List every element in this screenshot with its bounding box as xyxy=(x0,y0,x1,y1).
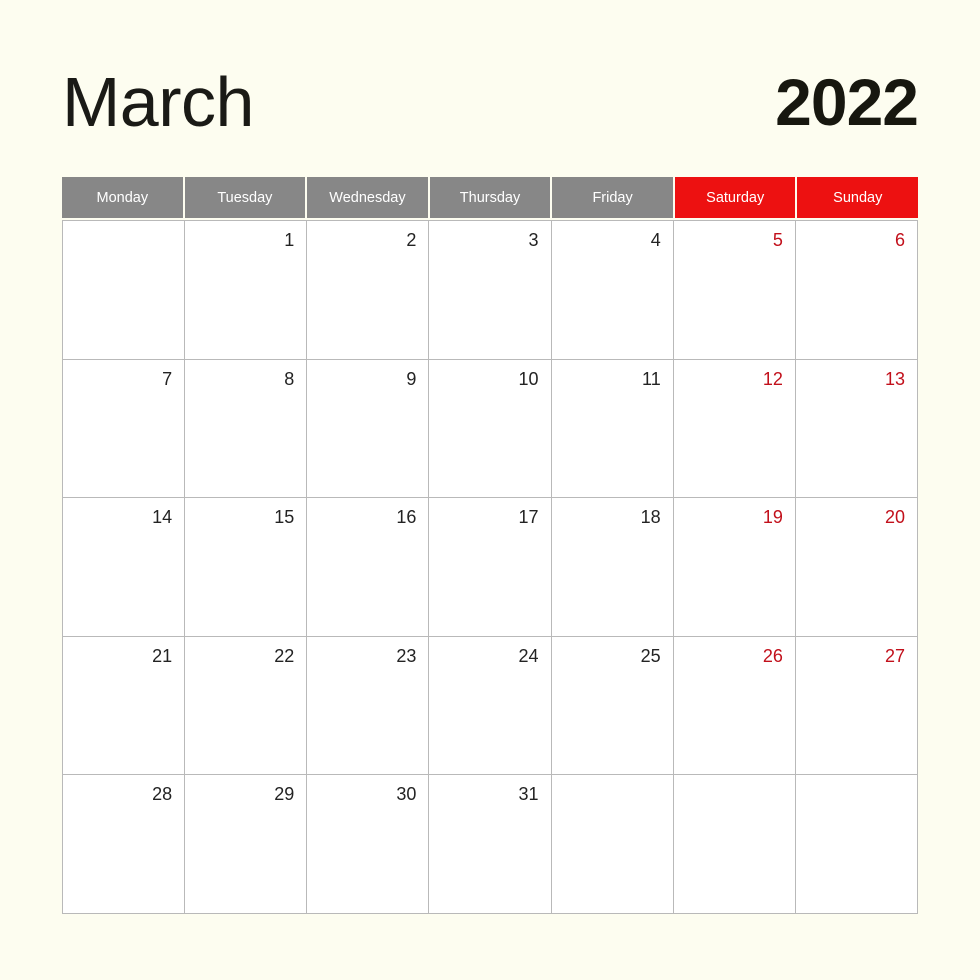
calendar-day-number: 26 xyxy=(762,645,783,666)
calendar-day-cell[interactable]: 15 xyxy=(185,498,308,637)
calendar-week-row: 28 29 30 31 xyxy=(63,775,918,914)
calendar-day-number: 24 xyxy=(518,645,539,666)
calendar-day-cell-empty xyxy=(551,775,674,914)
calendar-day-number: 7 xyxy=(162,368,173,389)
calendar-day-cell[interactable]: 6 xyxy=(795,221,918,360)
calendar-week-row: 7 8 9 10 11 12 13 xyxy=(63,359,918,499)
calendar-day-number: 21 xyxy=(152,645,173,666)
calendar-day-cell[interactable]: 13 xyxy=(795,359,918,499)
calendar-day-cell[interactable]: 5 xyxy=(673,221,796,360)
weekday-header-label: Friday xyxy=(592,189,633,206)
calendar-day-cell[interactable]: 24 xyxy=(429,636,552,776)
calendar-day-cell[interactable]: 10 xyxy=(429,359,552,499)
calendar-day-cell[interactable]: 7 xyxy=(63,359,186,499)
calendar-day-number: 28 xyxy=(152,784,173,805)
calendar-day-number: 10 xyxy=(518,368,539,389)
calendar-day-cell[interactable]: 21 xyxy=(63,636,186,776)
calendar-day-number: 15 xyxy=(274,507,295,528)
calendar-day-number: 2 xyxy=(406,230,417,250)
calendar-day-number: 8 xyxy=(284,368,295,389)
weekday-header-label: Thursday xyxy=(459,189,521,206)
weekday-header-tuesday: Tuesday xyxy=(184,177,308,218)
calendar-date-grid: 1 2 3 4 5 6 7 8 9 10 11 12 13 14 15 16 17 18 19 20 21 22 23 24 2… xyxy=(62,220,918,914)
calendar-day-cell[interactable]: 20 xyxy=(795,498,918,637)
calendar-day-number: 13 xyxy=(884,368,905,389)
calendar-day-number: 20 xyxy=(884,507,905,528)
calendar-day-number: 4 xyxy=(650,230,661,250)
weekday-header-label: Tuesday xyxy=(217,189,273,206)
calendar-page: March 2022 Monday Tuesday Wednesday Thursda… xyxy=(0,0,980,980)
calendar-week-row: 14 15 16 17 18 19 20 xyxy=(63,498,918,637)
calendar-day-cell[interactable]: 29 xyxy=(185,775,308,914)
weekday-header-row: Monday Tuesday Wednesday Thursday Friday Satu… xyxy=(62,177,919,218)
weekday-header-label: Saturday xyxy=(706,189,765,206)
calendar-day-number: 22 xyxy=(274,645,295,666)
calendar-day-cell[interactable]: 1 xyxy=(185,221,308,360)
calendar-day-cell-empty xyxy=(63,221,186,360)
calendar-day-number: 9 xyxy=(406,368,417,389)
weekday-header-saturday: Saturday xyxy=(674,177,798,218)
calendar-day-cell[interactable]: 26 xyxy=(673,636,796,776)
calendar-day-number: 29 xyxy=(274,784,295,805)
calendar-day-cell[interactable]: 4 xyxy=(551,221,674,360)
calendar-day-cell[interactable]: 25 xyxy=(551,636,674,776)
calendar-day-number: 5 xyxy=(772,230,783,250)
calendar-day-cell[interactable]: 9 xyxy=(307,359,430,499)
calendar-day-cell[interactable]: 19 xyxy=(673,498,796,637)
year-title: 2022 xyxy=(775,65,919,139)
month-title: March xyxy=(62,63,254,141)
calendar-day-cell[interactable]: 31 xyxy=(429,775,552,914)
calendar-day-number: 14 xyxy=(152,507,173,528)
weekday-header-label: Wednesday xyxy=(329,189,406,206)
calendar-day-number: 16 xyxy=(396,507,417,528)
calendar-day-cell[interactable]: 12 xyxy=(673,359,796,499)
calendar-day-cell[interactable]: 14 xyxy=(63,498,186,637)
calendar-week-row: 1 2 3 4 5 6 xyxy=(63,221,918,360)
calendar-day-cell[interactable]: 2 xyxy=(307,221,430,360)
calendar-title-row: March 2022 xyxy=(62,52,919,152)
calendar-day-cell[interactable]: 17 xyxy=(429,498,552,637)
calendar-day-number: 27 xyxy=(884,645,905,666)
calendar-day-number: 30 xyxy=(396,784,417,805)
calendar-day-number: 23 xyxy=(396,645,417,666)
calendar-day-number: 3 xyxy=(528,230,539,250)
calendar-day-cell[interactable]: 3 xyxy=(429,221,552,360)
weekday-header-label: Monday xyxy=(96,189,149,206)
calendar-day-cell-empty xyxy=(673,775,796,914)
weekday-header-wednesday: Wednesday xyxy=(307,177,430,218)
calendar-day-cell[interactable]: 23 xyxy=(307,636,430,776)
calendar-day-number: 18 xyxy=(640,507,661,528)
calendar-day-cell[interactable]: 16 xyxy=(307,498,430,637)
weekday-header-monday: Monday xyxy=(62,177,185,218)
calendar-day-cell[interactable]: 22 xyxy=(185,636,308,776)
calendar-day-cell[interactable]: 18 xyxy=(551,498,674,637)
weekday-header-friday: Friday xyxy=(552,177,675,218)
calendar-day-cell-empty xyxy=(795,775,918,914)
weekday-header-label: Sunday xyxy=(833,189,883,206)
calendar-day-number: 11 xyxy=(642,368,661,389)
calendar-day-cell[interactable]: 27 xyxy=(795,636,918,776)
calendar-day-number: 19 xyxy=(762,507,783,528)
calendar-day-cell[interactable]: 11 xyxy=(551,359,674,499)
calendar-day-cell[interactable]: 30 xyxy=(307,775,430,914)
calendar-week-row: 21 22 23 24 25 26 27 xyxy=(63,636,918,776)
calendar-day-cell[interactable]: 8 xyxy=(185,359,308,499)
calendar-day-number: 25 xyxy=(640,645,661,666)
weekday-header-thursday: Thursday xyxy=(429,177,553,218)
calendar-day-number: 12 xyxy=(762,368,783,389)
calendar-day-number: 1 xyxy=(284,230,295,250)
calendar-day-number: 6 xyxy=(894,230,905,250)
calendar-day-number: 17 xyxy=(518,507,539,528)
calendar-day-cell[interactable]: 28 xyxy=(63,775,186,914)
weekday-header-sunday: Sunday xyxy=(797,177,919,218)
calendar-day-number: 31 xyxy=(518,784,539,805)
